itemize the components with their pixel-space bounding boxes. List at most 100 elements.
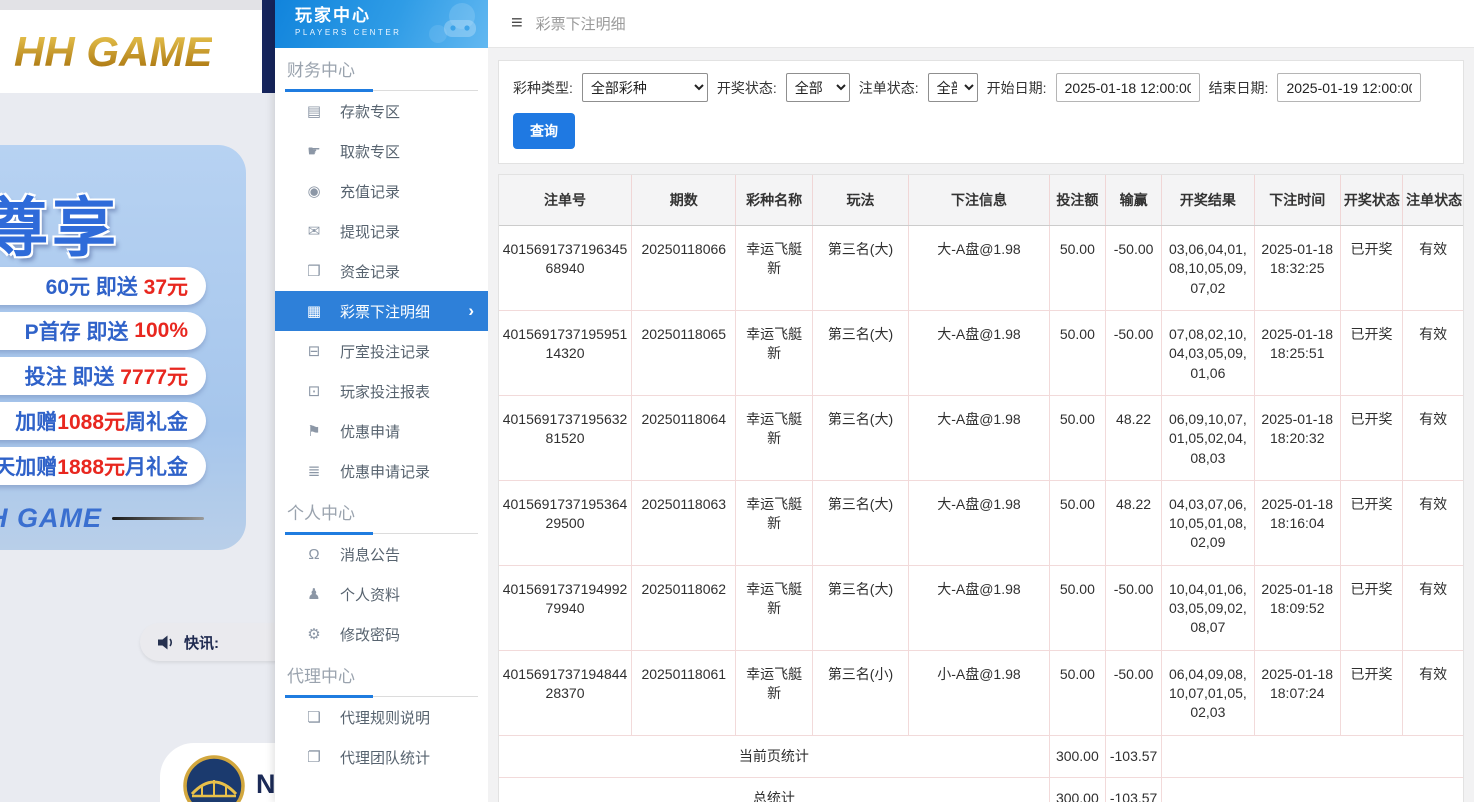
total-stats-amount: 300.00 — [1048, 776, 1106, 802]
section-title: 代理中心 — [287, 667, 355, 686]
table-header-row: 注单号 期数 彩种名称 玩法 下注信息 投注额 输赢 开奖结果 下注时间 开奖状… — [499, 175, 1463, 226]
section-divider — [285, 695, 478, 698]
search-button[interactable]: 查询 — [513, 113, 575, 149]
col-win-loss: 输赢 — [1104, 175, 1162, 226]
page-stats-winloss: -103.57 — [1104, 734, 1163, 778]
start-date-input[interactable] — [1055, 73, 1200, 102]
site-logo: HH GAME — [0, 28, 212, 76]
col-bet-id: 注单号 — [499, 175, 632, 226]
lottery-type-select[interactable]: 全部彩种 — [581, 73, 708, 102]
bet-detail-table-card: 注单号 期数 彩种名称 玩法 下注信息 投注额 输赢 开奖结果 下注时间 开奖状… — [498, 174, 1464, 802]
footer-letter: N — [256, 769, 275, 799]
page-title: 彩票下注明细 — [535, 16, 626, 33]
promo-pill: 加赠 1088元 周礼金 — [0, 402, 206, 440]
start-date-label: 开始日期: — [986, 79, 1047, 96]
promo-apply-icon: ⚑ — [307, 423, 321, 440]
lottery-type-label: 彩种类型: — [513, 79, 573, 96]
moneybag-icon: ◉ — [307, 183, 321, 200]
bet-detail-table: 注单号 期数 彩种名称 玩法 下注信息 投注额 输赢 开奖结果 下注时间 开奖状… — [499, 175, 1463, 802]
page-stats-row: 当前页统计 300.00 -103.57 — [499, 734, 1463, 778]
funds-icon: ❒ — [307, 263, 321, 280]
filter-panel: 彩种类型: 全部彩种 开奖状态: 全部 注单状态: 全部 开始日期: 结束日期:… — [498, 60, 1464, 164]
report-icon: ⊡ — [307, 383, 321, 400]
col-period: 期数 — [631, 175, 736, 226]
promo-pill: 天加赠 1888元 月礼金 — [0, 447, 206, 485]
topbar: ≡ 彩票下注明细 — [488, 0, 1474, 48]
section-divider — [285, 532, 478, 535]
col-bet-info: 下注信息 — [908, 175, 1050, 226]
main-content: ≡ 彩票下注明细 彩种类型: 全部彩种 开奖状态: 全部 注单状态: 全部 开始… — [488, 0, 1474, 802]
wallet-icon: ✉ — [307, 223, 321, 240]
screen: HH GAME 尊享 60元 即送 37元 P首存 即送 100% 投注 即送 … — [0, 0, 1474, 802]
ticker-label: 快讯: — [184, 634, 219, 652]
promo-record-icon: ≣ — [307, 463, 321, 480]
sidebar-item-funds-record[interactable]: ❒ 资金记录 — [275, 251, 488, 291]
promo-banner: 尊享 60元 即送 37元 P首存 即送 100% 投注 即送 7777元 加赠… — [0, 145, 246, 550]
sidebar-section-agent: 代理中心 — [275, 654, 488, 698]
withdraw-icon: ☛ — [307, 143, 321, 160]
chevron-right-icon: › — [468, 301, 474, 320]
sidebar-item-deposit[interactable]: ▤ 存款专区 — [275, 91, 488, 131]
promo-pill: 60元 即送 37元 — [0, 267, 206, 305]
sidebar-item-withdraw[interactable]: ☛ 取款专区 — [275, 131, 488, 171]
total-stats-row: 总统计 300.00 -103.57 — [499, 776, 1463, 802]
sidebar-item-promo-apply-record[interactable]: ≣ 优惠申请记录 — [275, 451, 488, 491]
draw-status-select[interactable]: 全部 — [785, 73, 850, 102]
sidebar-header: 玩家中心 PLAYERS CENTER — [275, 0, 488, 48]
sidebar-item-recharge-record[interactable]: ◉ 充值记录 — [275, 171, 488, 211]
brand-dash — [112, 517, 204, 520]
bell-icon: Ω — [308, 545, 320, 563]
lottery-detail-icon: ▦ — [306, 303, 322, 320]
menu-toggle-icon[interactable]: ≡ — [511, 12, 523, 35]
person-icon: ♟ — [307, 586, 321, 603]
total-stats-winloss: -103.57 — [1104, 776, 1163, 802]
promo-brand-line: H GAME — [0, 503, 204, 534]
page-stats-label: 当前页统计 — [499, 734, 1050, 778]
document-icon: ❏ — [307, 709, 321, 726]
col-order-status: 注单状态 — [1402, 175, 1463, 226]
newspaper-icon: ❐ — [307, 749, 321, 766]
background-top-strip — [0, 0, 262, 10]
end-date-label: 结束日期: — [1208, 79, 1269, 96]
news-ticker: 快讯: — [140, 623, 275, 661]
promo-pill-list: 60元 即送 37元 P首存 即送 100% 投注 即送 7777元 加赠 108… — [0, 267, 206, 485]
site-header: HH GAME — [0, 10, 262, 93]
end-date-input[interactable] — [1277, 73, 1422, 102]
sidebar-item-player-bet-report[interactable]: ⊡ 玩家投注报表 — [275, 371, 488, 411]
sidebar-item-hall-bet-record[interactable]: ⊟ 厅室投注记录 — [275, 331, 488, 371]
gear-icon: ⚙ — [307, 626, 321, 643]
page-stats-amount: 300.00 — [1048, 734, 1106, 778]
promo-pill: P首存 即送 100% — [0, 312, 206, 350]
table-row: 401569173719563281520 20250118064 幸运飞艇新 … — [499, 395, 1463, 481]
footer-card: N — [160, 743, 275, 802]
col-draw-status: 开奖状态 — [1339, 175, 1403, 226]
promo-headline: 尊享 — [0, 192, 120, 264]
header-navy-strip — [262, 0, 275, 93]
sidebar-item-agent-team-stats[interactable]: ❐ 代理团队统计 — [275, 737, 488, 777]
sidebar-item-profile[interactable]: ♟ 个人资料 — [275, 574, 488, 614]
sidebar-item-change-password[interactable]: ⚙ 修改密码 — [275, 614, 488, 654]
col-lottery: 彩种名称 — [735, 175, 813, 226]
table-row: 401569173719595114320 20250118065 幸运飞艇新 … — [499, 310, 1463, 396]
col-result: 开奖结果 — [1161, 175, 1255, 226]
sidebar-item-agent-rules[interactable]: ❏ 代理规则说明 — [275, 697, 488, 737]
table-row: 401569173719484428370 20250118061 幸运飞艇新 … — [499, 650, 1463, 736]
order-status-select[interactable]: 全部 — [927, 73, 978, 102]
team-logo-icon — [183, 755, 245, 802]
col-bet-time: 下注时间 — [1253, 175, 1341, 226]
gamepad-icon — [429, 3, 476, 43]
players-center-sidebar: 玩家中心 PLAYERS CENTER 财务中心 ▤ 存款专区 ☛ 取款专区 ◉… — [275, 0, 488, 802]
sidebar-item-withdraw-record[interactable]: ✉ 提现记录 — [275, 211, 488, 251]
sidebar-item-promo-apply[interactable]: ⚑ 优惠申请 — [275, 411, 488, 451]
speaker-icon — [158, 635, 173, 649]
col-amount: 投注额 — [1048, 175, 1106, 226]
table-row: 401569173719536429500 20250118063 幸运飞艇新 … — [499, 480, 1463, 566]
table-row: 401569173719634568940 20250118066 幸运飞艇新 … — [499, 225, 1463, 311]
sidebar-item-messages[interactable]: Ω 消息公告 — [275, 534, 488, 574]
sidebar-item-lottery-bet-detail[interactable]: ▦ 彩票下注明细 › — [275, 291, 488, 331]
section-title: 个人中心 — [287, 504, 355, 523]
hall-record-icon: ⊟ — [307, 343, 321, 360]
total-stats-label: 总统计 — [499, 776, 1050, 802]
section-divider — [285, 89, 478, 92]
col-play: 玩法 — [811, 175, 909, 226]
